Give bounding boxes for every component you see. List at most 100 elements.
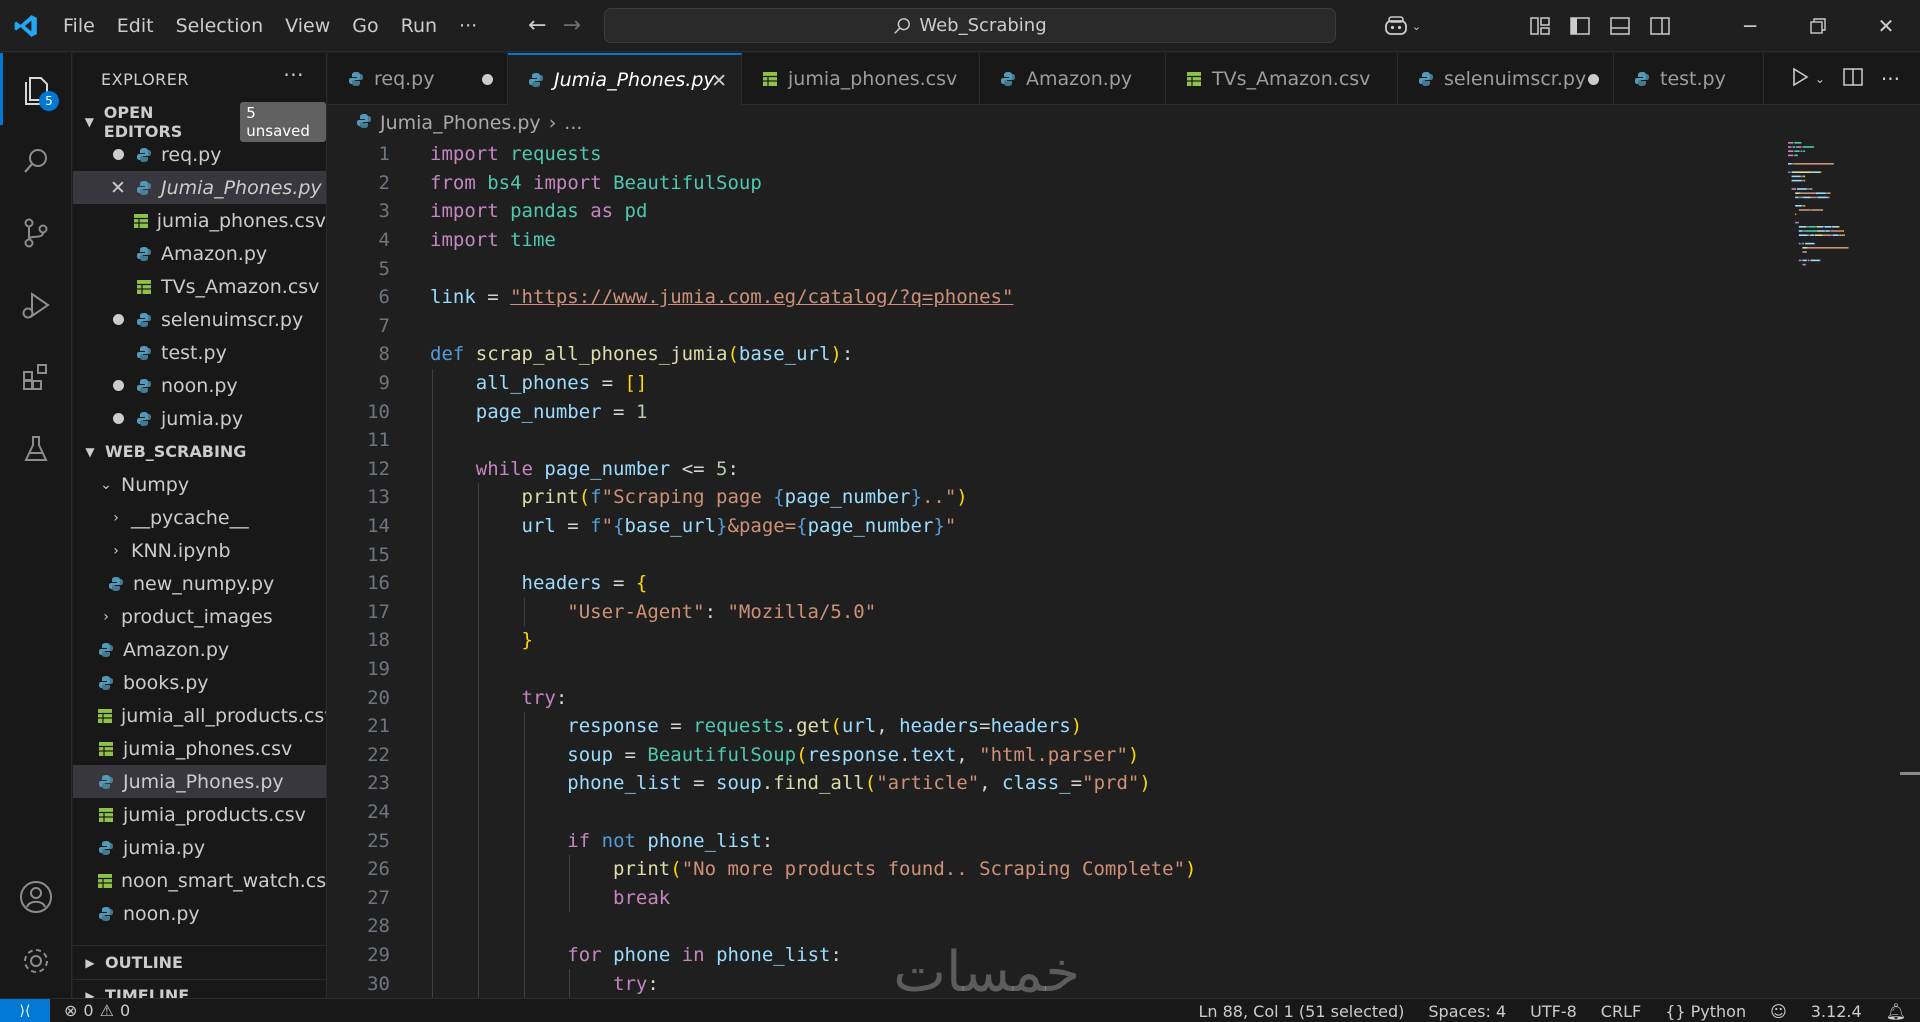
editor-more-actions-icon[interactable]: ···	[1881, 67, 1900, 91]
tree-item[interactable]: Jumia_Phones.py	[73, 765, 326, 798]
tree-item[interactable]: books.py	[73, 666, 326, 699]
menu-item-1[interactable]: Edit	[106, 0, 165, 52]
code-line[interactable]: 26 print("No more products found.. Scrap…	[328, 855, 1768, 884]
editor-tab[interactable]: jumia_phones.csv	[742, 53, 980, 105]
tree-item[interactable]: ⌄ Numpy	[73, 468, 326, 501]
editor-tab[interactable]: Jumia_Phones.py ✕	[508, 53, 742, 105]
editor-tab[interactable]: test.py	[1614, 53, 1764, 105]
tree-item[interactable]: noon_smart_watch.csv	[73, 864, 326, 897]
problems-indicator[interactable]: ⊗ 0 ⚠ 0	[64, 1001, 130, 1020]
open-editor-item[interactable]: req.py	[73, 138, 326, 171]
scrollbar-marker[interactable]	[1900, 772, 1920, 775]
toggle-secondary-sidebar-icon[interactable]	[1644, 0, 1676, 52]
tree-item[interactable]: jumia.py	[73, 831, 326, 864]
tree-item[interactable]: › product_images	[73, 600, 326, 633]
timeline-section[interactable]: ▶ TIMELINE	[73, 979, 326, 998]
editor-tab[interactable]: TVs_Amazon.csv	[1166, 53, 1398, 105]
remote-indicator-icon[interactable]: ⟩⟨	[0, 998, 50, 1022]
command-center-search[interactable]: Web_Scrabing	[604, 8, 1336, 43]
editor-tab[interactable]: Amazon.py	[980, 53, 1166, 105]
code-line[interactable]: 16 headers = {	[328, 569, 1768, 598]
open-editor-item[interactable]: Amazon.py	[73, 237, 326, 270]
open-editor-item[interactable]: test.py	[73, 336, 326, 369]
split-editor-icon[interactable]	[1843, 67, 1863, 91]
menu-item-4[interactable]: Go	[341, 0, 389, 52]
indentation[interactable]: Spaces: 4	[1428, 1002, 1506, 1021]
tree-item[interactable]: Amazon.py	[73, 633, 326, 666]
code-line[interactable]: 24	[328, 798, 1768, 827]
code-line[interactable]: 25 if not phone_list:	[328, 826, 1768, 855]
end-of-line[interactable]: CRLF	[1601, 1002, 1641, 1021]
source-control-icon[interactable]	[0, 197, 72, 269]
menu-item-0[interactable]: File	[52, 0, 106, 52]
notifications-bell-icon[interactable]: 🔔︎	[1886, 1002, 1906, 1021]
code-line[interactable]: 23 phone_list = soup.find_all("article",…	[328, 769, 1768, 798]
settings-gear-icon[interactable]	[0, 925, 72, 997]
close-tab-icon[interactable]: ✕	[711, 55, 727, 107]
copilot-icon[interactable]: ⌄	[1376, 0, 1428, 52]
code-line[interactable]: 17 "User-Agent": "Mozilla/5.0"	[328, 598, 1768, 627]
code-line[interactable]: 21 response = requests.get(url, headers=…	[328, 712, 1768, 741]
more-actions-icon[interactable]: ···	[283, 63, 304, 87]
cursor-position[interactable]: Ln 88, Col 1 (51 selected)	[1198, 1002, 1404, 1021]
customize-layout-icon[interactable]	[1524, 0, 1556, 52]
open-editor-item[interactable]: selenuimscr.py	[73, 303, 326, 336]
tree-item[interactable]: new_numpy.py	[73, 567, 326, 600]
accounts-icon[interactable]	[0, 861, 72, 933]
code-line[interactable]: 27 break	[328, 884, 1768, 913]
tree-item[interactable]: › __pycache__	[73, 501, 326, 534]
code-line[interactable]: 11	[328, 426, 1768, 455]
editor-tab[interactable]: selenuimscr.py	[1398, 53, 1614, 105]
menu-item-2[interactable]: Selection	[165, 0, 275, 52]
tree-item[interactable]: jumia_all_products.csv	[73, 699, 326, 732]
code-line[interactable]: 19	[328, 655, 1768, 684]
code-line[interactable]: 5	[328, 254, 1768, 283]
code-line[interactable]: 20 try:	[328, 683, 1768, 712]
code-line[interactable]: 6 link = "https://www.jumia.com.eg/catalo…	[328, 283, 1768, 312]
code-line[interactable]: 28	[328, 912, 1768, 941]
forward-arrow-icon[interactable]: →	[563, 13, 581, 38]
extensions-icon[interactable]	[0, 341, 72, 413]
unsaved-dot-icon[interactable]	[1588, 53, 1599, 105]
unsaved-dot-icon[interactable]	[482, 53, 493, 105]
open-editor-item[interactable]: ✕ Jumia_Phones.py	[73, 171, 326, 204]
search-activity-icon[interactable]	[0, 125, 72, 197]
breadcrumb-file[interactable]: Jumia_Phones.py	[380, 112, 541, 134]
breadcrumb-symbols[interactable]: ...	[564, 112, 582, 134]
code-editor[interactable]: 1 import requests 2 from bs4 import Beautif…	[328, 140, 1920, 998]
explorer-icon[interactable]: 5	[0, 53, 72, 125]
code-line[interactable]: 8 def scrap_all_phones_jumia(base_url):	[328, 340, 1768, 369]
code-line[interactable]: 7	[328, 312, 1768, 341]
code-line[interactable]: 22 soup = BeautifulSoup(response.text, "…	[328, 741, 1768, 770]
tree-item[interactable]: › KNN.ipynb	[73, 534, 326, 567]
code-line[interactable]: 10 page_number = 1	[328, 397, 1768, 426]
encoding[interactable]: UTF-8	[1530, 1002, 1577, 1021]
open-editor-item[interactable]: jumia.py	[73, 402, 326, 435]
code-line[interactable]: 2 from bs4 import BeautifulSoup	[328, 169, 1768, 198]
code-line[interactable]: 3 import pandas as pd	[328, 197, 1768, 226]
copilot-status-icon[interactable]: ☺	[1770, 1002, 1787, 1021]
open-editor-item[interactable]: noon.py	[73, 369, 326, 402]
open-editor-item[interactable]: jumia_phones.csv	[73, 204, 326, 237]
workspace-section[interactable]: ▼ WEB_SCRABING	[73, 435, 326, 468]
minimize-icon[interactable]: ─	[1716, 0, 1784, 52]
tree-item[interactable]: jumia_products.csv	[73, 798, 326, 831]
close-window-icon[interactable]: ✕	[1852, 0, 1920, 52]
code-line[interactable]: 1 import requests	[328, 140, 1768, 169]
toggle-primary-sidebar-icon[interactable]	[1564, 0, 1596, 52]
minimap[interactable]	[1788, 140, 1898, 340]
code-line[interactable]: 4 import time	[328, 226, 1768, 255]
open-editors-section[interactable]: ▼ OPEN EDITORS 5 unsaved	[73, 101, 326, 142]
code-line[interactable]: 18 }	[328, 626, 1768, 655]
open-editor-item[interactable]: TVs_Amazon.csv	[73, 270, 326, 303]
code-line[interactable]: 13 print(f"Scraping page {page_number}..…	[328, 483, 1768, 512]
testing-flask-icon[interactable]	[0, 413, 72, 485]
menu-item-5[interactable]: Run	[390, 0, 448, 52]
code-line[interactable]: 14 url = f"{base_url}&page={page_number}…	[328, 512, 1768, 541]
run-debug-icon[interactable]	[0, 269, 72, 341]
code-line[interactable]: 12 while page_number <= 5:	[328, 455, 1768, 484]
close-icon[interactable]: ✕	[110, 177, 126, 199]
back-arrow-icon[interactable]: ←	[528, 13, 546, 38]
outline-section[interactable]: ▶ OUTLINE	[73, 946, 326, 979]
code-line[interactable]: 15	[328, 540, 1768, 569]
